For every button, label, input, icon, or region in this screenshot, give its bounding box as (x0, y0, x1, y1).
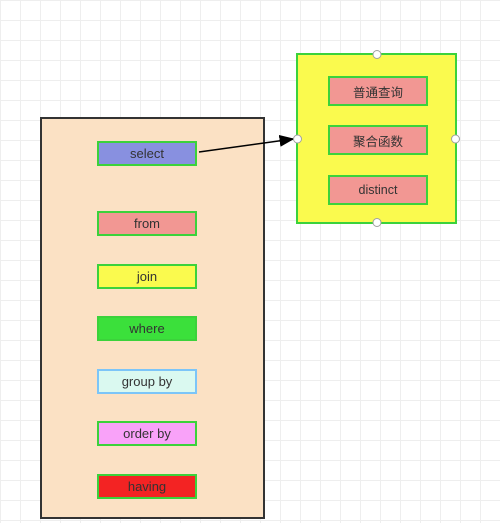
resize-handle-bottom[interactable] (372, 218, 381, 227)
sql-join-label: join (137, 269, 157, 284)
sql-from-label: from (134, 216, 160, 231)
detail-aggregate-node[interactable]: 聚合函数 (328, 125, 428, 155)
resize-handle-right[interactable] (451, 134, 460, 143)
sql-having-label: having (128, 479, 166, 494)
sql-groupby-label: group by (122, 374, 173, 389)
sql-having-node[interactable]: having (97, 474, 197, 499)
sql-orderby-node[interactable]: order by (97, 421, 197, 446)
sql-select-node[interactable]: select (97, 141, 197, 166)
diagram-canvas[interactable]: select from join where group by order by… (0, 0, 500, 523)
detail-distinct-node[interactable]: distinct (328, 175, 428, 205)
resize-handle-left[interactable] (293, 134, 302, 143)
detail-normal-query-label: 普通查询 (353, 82, 403, 101)
sql-from-node[interactable]: from (97, 211, 197, 236)
select-detail-container[interactable]: 普通查询 聚合函数 distinct (296, 53, 457, 224)
detail-normal-query-node[interactable]: 普通查询 (328, 76, 428, 106)
sql-groupby-node[interactable]: group by (97, 369, 197, 394)
sql-join-node[interactable]: join (97, 264, 197, 289)
sql-clauses-container[interactable]: select from join where group by order by… (40, 117, 265, 519)
sql-where-label: where (129, 321, 164, 336)
sql-where-node[interactable]: where (97, 316, 197, 341)
detail-aggregate-label: 聚合函数 (353, 131, 403, 150)
detail-distinct-label: distinct (359, 183, 398, 197)
sql-orderby-label: order by (123, 426, 171, 441)
resize-handle-top[interactable] (372, 50, 381, 59)
sql-select-label: select (130, 146, 164, 161)
